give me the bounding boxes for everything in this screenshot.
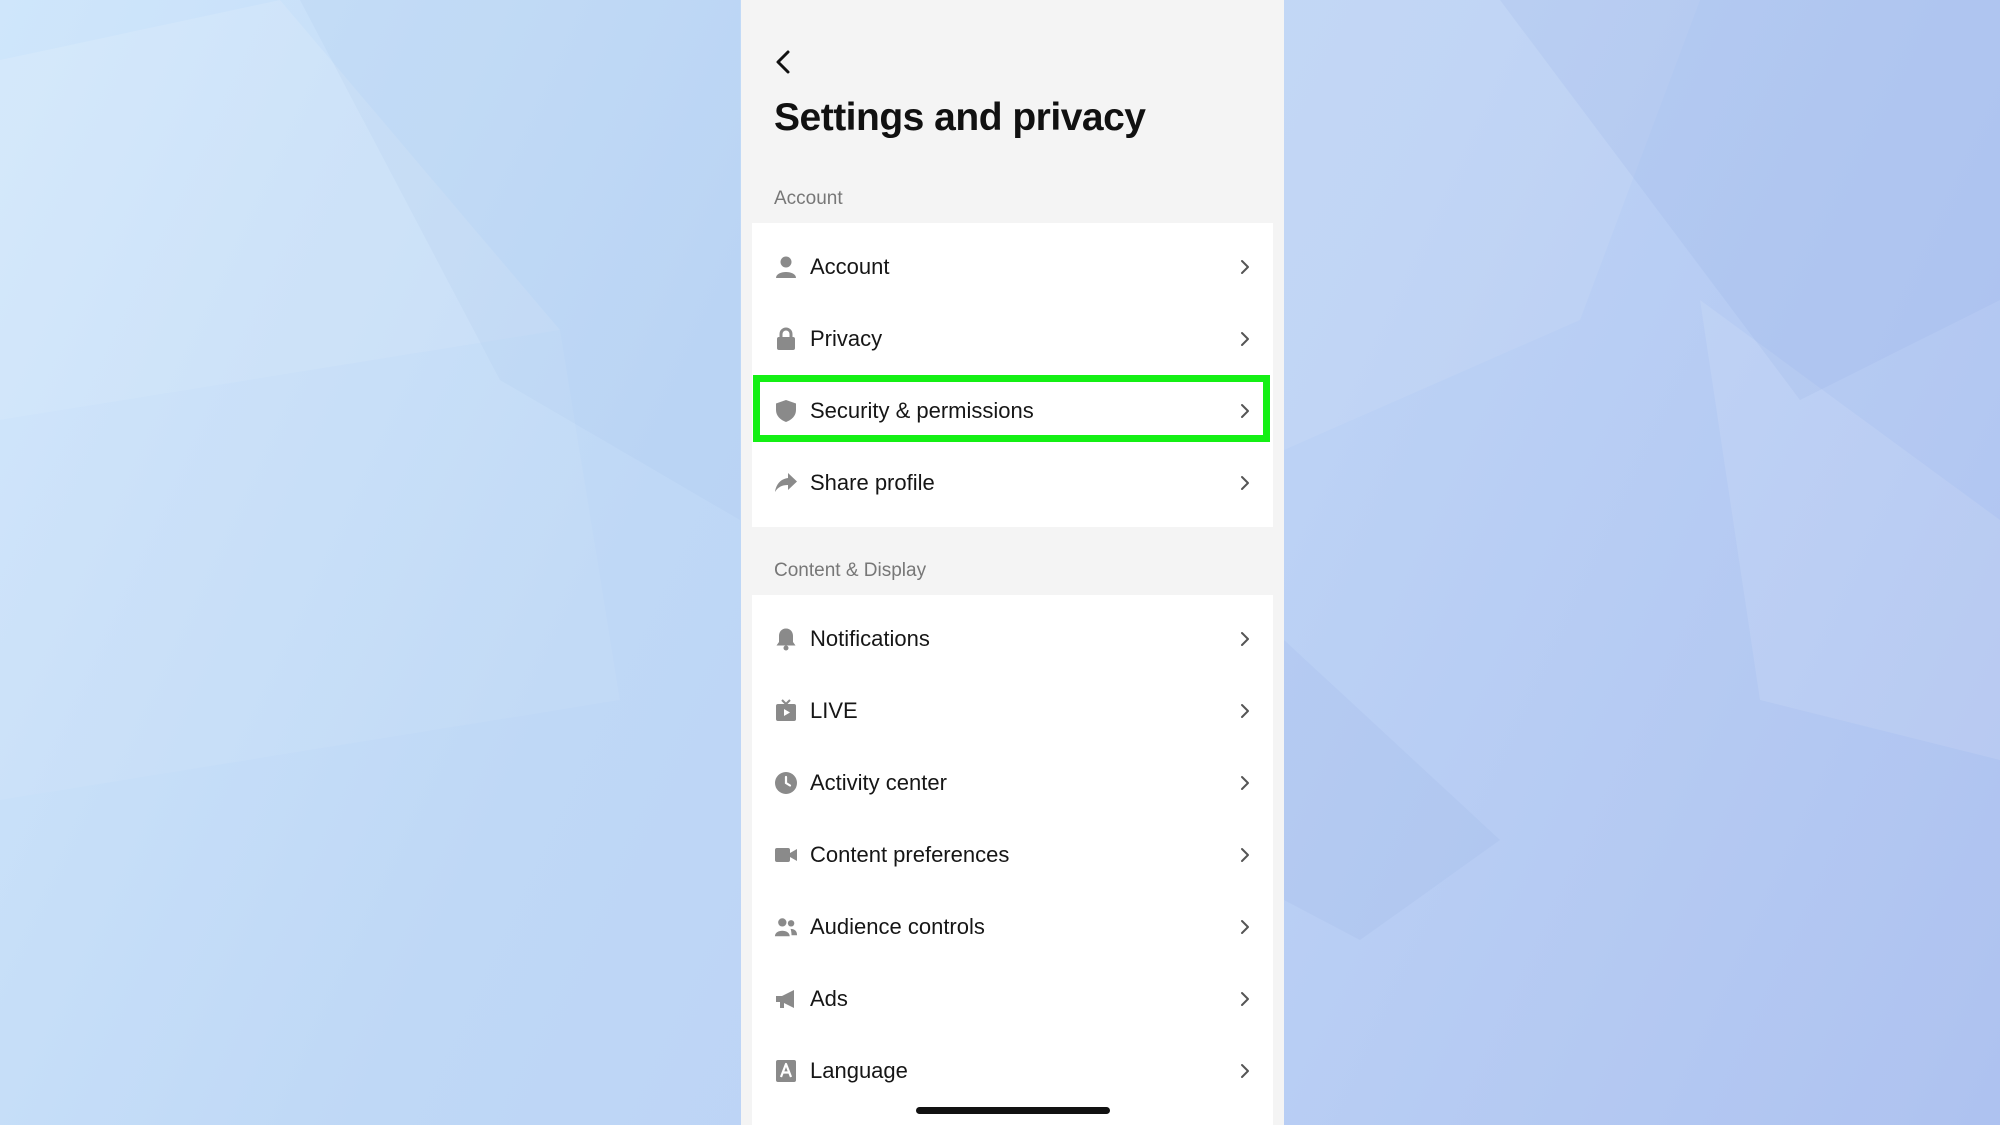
settings-screen: Settings and privacy Account Account Pri… bbox=[741, 0, 1284, 1125]
language-a-icon bbox=[774, 1059, 798, 1083]
chevron-right-icon bbox=[1237, 991, 1253, 1007]
chevron-right-icon bbox=[1237, 403, 1253, 419]
section-label-content-display: Content & Display bbox=[774, 560, 927, 581]
settings-item-label: Notifications bbox=[810, 626, 930, 651]
back-button[interactable] bbox=[761, 40, 805, 84]
settings-item-privacy[interactable]: Privacy bbox=[752, 303, 1273, 375]
chevron-right-icon bbox=[1237, 259, 1253, 275]
people-icon bbox=[774, 915, 798, 939]
settings-item-language[interactable]: Language bbox=[752, 1035, 1273, 1107]
section-label-account: Account bbox=[774, 188, 843, 209]
settings-item-audience-controls[interactable]: Audience controls bbox=[752, 891, 1273, 963]
chevron-right-icon bbox=[1237, 703, 1253, 719]
video-camera-icon bbox=[774, 843, 798, 867]
chevron-right-icon bbox=[1237, 847, 1253, 863]
settings-item-label: Language bbox=[810, 1058, 908, 1083]
chevron-right-icon bbox=[1237, 331, 1253, 347]
settings-item-label: Privacy bbox=[810, 326, 883, 351]
shield-icon bbox=[774, 399, 798, 423]
person-icon bbox=[774, 255, 798, 279]
chevron-right-icon bbox=[1237, 775, 1253, 791]
settings-item-label: Account bbox=[810, 254, 890, 279]
megaphone-icon bbox=[774, 987, 798, 1011]
lock-icon bbox=[774, 327, 798, 351]
settings-item-ads[interactable]: Ads bbox=[752, 963, 1273, 1035]
settings-item-label: LIVE bbox=[810, 698, 858, 723]
settings-item-label: Audience controls bbox=[810, 914, 985, 939]
chevron-right-icon bbox=[1237, 919, 1253, 935]
settings-item-content-preferences[interactable]: Content preferences bbox=[752, 819, 1273, 891]
account-settings-group: Account Privacy Security & permissions S… bbox=[752, 223, 1273, 527]
settings-item-account[interactable]: Account bbox=[752, 231, 1273, 303]
page-title: Settings and privacy bbox=[774, 96, 1146, 139]
share-arrow-icon bbox=[774, 471, 798, 495]
settings-item-live[interactable]: LIVE bbox=[752, 675, 1273, 747]
live-tv-icon bbox=[774, 699, 798, 723]
chevron-right-icon bbox=[1237, 1063, 1253, 1079]
chevron-right-icon bbox=[1237, 631, 1253, 647]
settings-item-notifications[interactable]: Notifications bbox=[752, 603, 1273, 675]
settings-item-label: Activity center bbox=[810, 770, 947, 795]
chevron-right-icon bbox=[1237, 475, 1253, 491]
settings-item-label: Security & permissions bbox=[810, 398, 1034, 423]
clock-icon bbox=[774, 771, 798, 795]
settings-item-label: Content preferences bbox=[810, 842, 1010, 867]
settings-item-label: Ads bbox=[810, 986, 848, 1011]
home-indicator bbox=[916, 1107, 1110, 1114]
settings-item-share-profile[interactable]: Share profile bbox=[752, 447, 1273, 519]
settings-item-label: Share profile bbox=[810, 470, 935, 495]
chevron-left-icon bbox=[776, 50, 790, 74]
bell-icon bbox=[774, 627, 798, 651]
content-display-settings-group: Notifications LIVE Activity center Conte… bbox=[752, 595, 1273, 1125]
settings-item-activity-center[interactable]: Activity center bbox=[752, 747, 1273, 819]
settings-item-security-permissions[interactable]: Security & permissions bbox=[752, 375, 1273, 447]
